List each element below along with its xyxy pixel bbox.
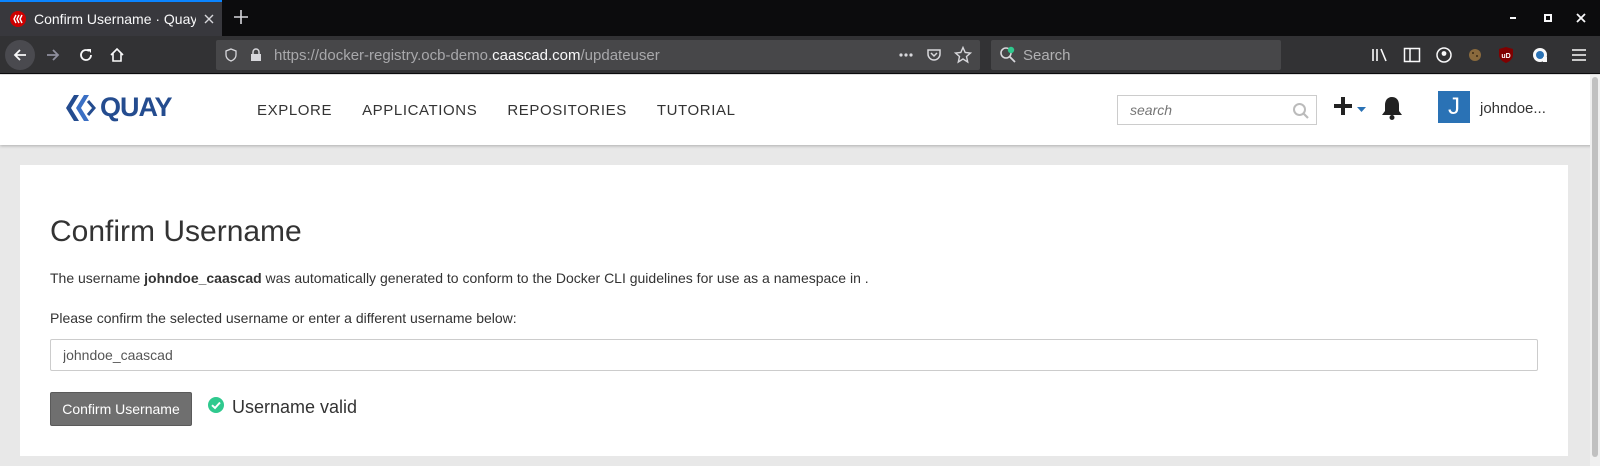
account-icon[interactable] (1434, 45, 1454, 65)
bookmark-star-icon[interactable] (953, 45, 973, 69)
create-new-button[interactable] (1333, 96, 1366, 121)
browser-search-placeholder: Search (1023, 47, 1071, 64)
confirm-username-button[interactable]: Confirm Username (50, 392, 192, 426)
quay-logo-icon (66, 94, 96, 121)
search-engine-icon (999, 46, 1017, 69)
maximize-icon[interactable] (1540, 10, 1556, 26)
nav-explore[interactable]: EXPLORE (257, 102, 332, 119)
extension-info-icon[interactable] (1530, 45, 1550, 65)
quay-logo-text: QUAY (100, 92, 173, 122)
username-valid-text: Username valid (232, 397, 358, 417)
tab-close-icon[interactable] (200, 10, 218, 28)
tab-title: Confirm Username · Quay (34, 11, 196, 27)
page-scrollbar[interactable] (1590, 75, 1600, 466)
window-close-icon[interactable] (1573, 10, 1589, 26)
browser-nav-bar: https://docker-registry.ocb-demo.caascad… (0, 36, 1600, 74)
browser-tab-strip: Confirm Username · Quay (0, 0, 1600, 36)
quay-search-box (1117, 95, 1317, 125)
tracking-shield-icon[interactable] (224, 48, 238, 67)
reload-button[interactable] (71, 40, 101, 70)
quay-logo[interactable]: QUAY (64, 92, 173, 123)
plus-icon (1333, 96, 1353, 121)
quay-header: QUAY EXPLORE APPLICATIONS REPOSITORIES T… (0, 75, 1600, 145)
search-icon[interactable] (1292, 102, 1310, 125)
ublock-origin-icon[interactable]: uD (1496, 45, 1516, 65)
home-button[interactable] (102, 40, 132, 70)
extension-cookie-icon[interactable] (1465, 45, 1485, 65)
hamburger-menu-icon[interactable] (1569, 45, 1589, 65)
caret-down-icon (1357, 100, 1366, 118)
notifications-bell-icon[interactable] (1380, 95, 1404, 126)
back-button[interactable] (5, 40, 35, 70)
page-title: Confirm Username (50, 215, 302, 248)
library-icon[interactable] (1370, 45, 1390, 65)
browser-tab[interactable]: Confirm Username · Quay (0, 0, 222, 36)
main-nav: EXPLORE APPLICATIONS REPOSITORIES TUTORI… (257, 102, 766, 119)
quay-search-input[interactable] (1118, 96, 1278, 124)
nav-tutorial[interactable]: TUTORIAL (657, 102, 736, 119)
generated-username: johndoe_caascad (144, 270, 262, 286)
sidebar-icon[interactable] (1402, 45, 1422, 65)
pocket-icon[interactable] (926, 47, 942, 68)
user-menu-username[interactable]: johndoe... (1480, 100, 1546, 117)
nav-applications[interactable]: APPLICATIONS (362, 102, 477, 119)
more-actions-icon[interactable] (898, 48, 914, 67)
nav-repositories[interactable]: REPOSITORIES (507, 102, 626, 119)
check-circle-icon (208, 397, 224, 418)
username-status: Username valid (208, 397, 357, 418)
confirm-username-panel: Confirm Username The username johndoe_ca… (20, 165, 1568, 456)
confirm-prompt: Please confirm the selected username or … (50, 310, 517, 326)
new-tab-icon[interactable] (231, 6, 251, 28)
url-text: https://docker-registry.ocb-demo.caascad… (274, 47, 660, 64)
quay-favicon-icon (10, 11, 26, 27)
minimize-icon[interactable] (1505, 10, 1521, 26)
browser-search-bar[interactable]: Search (991, 40, 1281, 70)
username-description: The username johndoe_caascad was automat… (50, 270, 869, 286)
avatar[interactable]: J (1438, 91, 1470, 123)
url-bar[interactable]: https://docker-registry.ocb-demo.caascad… (216, 40, 980, 70)
svg-text:uD: uD (1501, 53, 1510, 60)
scrollbar-thumb[interactable] (1592, 77, 1598, 457)
username-input[interactable] (50, 339, 1538, 371)
forward-button[interactable] (38, 40, 68, 70)
lock-icon[interactable] (250, 48, 262, 67)
